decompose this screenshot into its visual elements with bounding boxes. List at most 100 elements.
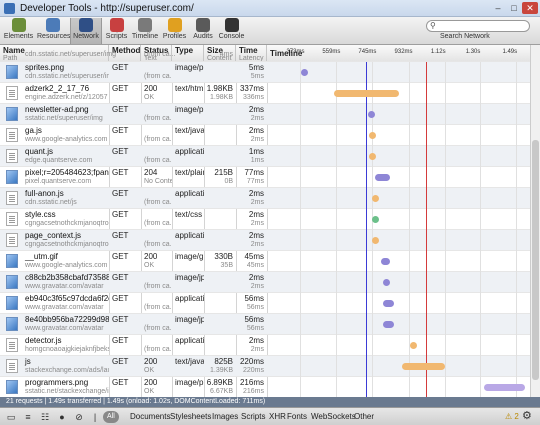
tab-scripts[interactable]: Scripts bbox=[103, 18, 130, 44]
timeline-bar[interactable] bbox=[383, 300, 394, 307]
cell-name: style.csscgngacsetnothckmjanoqtrokmk bbox=[0, 209, 109, 230]
filter-xhr[interactable]: XHR bbox=[269, 411, 286, 423]
record-icon[interactable]: ● bbox=[56, 411, 68, 423]
dock-icon[interactable]: ▭ bbox=[5, 411, 17, 423]
method-value: GET bbox=[112, 147, 129, 156]
resource-path: edge.quantserve.com bbox=[25, 157, 93, 164]
cell-size: 825B 1.39KB bbox=[204, 356, 236, 377]
cell-status: (from ca... bbox=[141, 125, 172, 146]
status-code: 200 bbox=[144, 84, 158, 93]
vertical-scrollbar[interactable] bbox=[530, 45, 540, 397]
cell-name: eb940c3f65c97dcda6f2e502e89www.gravatar.… bbox=[0, 293, 109, 314]
window-title: Developer Tools - http://superuser.com/ bbox=[20, 3, 194, 14]
filter-images[interactable]: Images bbox=[212, 411, 238, 423]
mime-type: applicati... bbox=[175, 231, 204, 240]
maximize-button[interactable]: □ bbox=[506, 2, 522, 14]
console-toggle-icon[interactable]: ≡ bbox=[22, 411, 34, 423]
tab-label: Timeline bbox=[131, 33, 159, 40]
large-rows-icon[interactable]: ☷ bbox=[39, 411, 51, 423]
timeline-bar[interactable] bbox=[372, 237, 380, 244]
timeline-bar[interactable] bbox=[371, 216, 379, 223]
image-file-icon bbox=[6, 65, 18, 79]
resource-name[interactable]: js bbox=[25, 357, 31, 366]
timeline-bar[interactable] bbox=[381, 258, 390, 265]
tab-resources[interactable]: Resources bbox=[37, 18, 70, 44]
filter-websockets[interactable]: WebSockets bbox=[311, 411, 356, 423]
timeline-bar[interactable] bbox=[300, 69, 308, 76]
timeline-bar[interactable] bbox=[371, 195, 379, 202]
audits-icon bbox=[196, 18, 210, 32]
resource-name[interactable]: style.css bbox=[25, 210, 56, 219]
tab-network[interactable]: Network bbox=[70, 18, 102, 44]
script-file-icon bbox=[6, 233, 18, 247]
resource-name[interactable]: full-anon.js bbox=[25, 189, 64, 198]
timeline-bar[interactable] bbox=[333, 90, 399, 97]
cell-method: GET bbox=[109, 125, 141, 146]
filter-documents[interactable]: Documents bbox=[130, 411, 170, 423]
minimize-button[interactable]: – bbox=[490, 2, 506, 14]
resource-name[interactable]: __utm.gif bbox=[25, 252, 58, 261]
filter-other[interactable]: Other bbox=[354, 411, 374, 423]
timeline-bar[interactable] bbox=[383, 321, 394, 328]
image-file-icon bbox=[6, 107, 18, 121]
network-grid: Name Path Method Status Text Type Size Cont… bbox=[0, 45, 530, 397]
timeline-bar[interactable] bbox=[369, 132, 377, 139]
resource-name[interactable]: eb940c3f65c97dcda6f2e502e89 bbox=[25, 294, 109, 303]
resource-name[interactable]: c88cb2b358cbafd735886f1a4... bbox=[25, 273, 109, 282]
cell-method: GET bbox=[109, 272, 141, 293]
resource-name[interactable]: page_context.js bbox=[25, 231, 81, 240]
status-code: 200 bbox=[144, 357, 158, 366]
tab-profiles[interactable]: Profiles bbox=[160, 18, 189, 44]
timeline-bar[interactable] bbox=[410, 342, 418, 349]
cell-method: GET bbox=[109, 62, 141, 83]
timeline-bar[interactable] bbox=[367, 111, 375, 118]
cell-name: pixel;r=205484623;fpan=0;fpa=Ppixel.quan… bbox=[0, 167, 109, 188]
resource-name[interactable]: 8e40bb956ba72299d9837476ca6 bbox=[25, 315, 109, 324]
search-input[interactable] bbox=[440, 21, 528, 31]
tab-elements[interactable]: Elements bbox=[2, 18, 35, 44]
search-box[interactable]: ⚲ bbox=[426, 20, 530, 32]
clear-icon[interactable]: ⊘ bbox=[73, 411, 85, 423]
tab-console[interactable]: Console bbox=[217, 18, 246, 44]
warning-count[interactable]: ⚠ 2 bbox=[505, 411, 519, 423]
cell-type: applicati... bbox=[172, 146, 204, 167]
resource-path: stackexchange.com/ads/launched bbox=[25, 367, 109, 374]
mime-type: image/png bbox=[175, 63, 204, 72]
timeline-bar[interactable] bbox=[369, 153, 377, 160]
timeline-gridline bbox=[300, 62, 302, 397]
timeline-bar[interactable] bbox=[383, 279, 391, 286]
resource-name[interactable]: adzerk2_2_17_76 bbox=[25, 84, 89, 93]
filter-fonts[interactable]: Fonts bbox=[287, 411, 307, 423]
tab-timeline[interactable]: Timeline bbox=[131, 18, 159, 44]
scripts-icon bbox=[109, 18, 124, 32]
time-value: 1ms bbox=[248, 147, 264, 156]
resource-name[interactable]: programmers.png bbox=[25, 378, 88, 387]
method-value: GET bbox=[112, 315, 129, 324]
resource-name[interactable]: pixel;r=205484623;fpan=0;fpa=P bbox=[25, 168, 109, 177]
resource-name[interactable]: detector.js bbox=[25, 336, 61, 345]
method-value: GET bbox=[112, 336, 129, 345]
scrollbar-thumb[interactable] bbox=[532, 140, 539, 380]
close-button[interactable]: ✕ bbox=[522, 2, 538, 14]
timeline-bar[interactable] bbox=[375, 174, 391, 181]
filter-stylesheets[interactable]: Stylesheets bbox=[170, 411, 211, 423]
cell-status: (from ca... bbox=[141, 62, 172, 83]
cell-type: applicati... bbox=[172, 230, 204, 251]
timeline-bar[interactable] bbox=[402, 363, 445, 370]
profiles-icon bbox=[167, 18, 182, 32]
gear-icon[interactable]: ⚙ bbox=[522, 410, 532, 423]
cell-time: 2ms 2ms bbox=[236, 335, 267, 356]
status-text: (from ca... bbox=[144, 346, 172, 353]
cell-method: GET bbox=[109, 335, 141, 356]
timeline-bar[interactable] bbox=[483, 384, 526, 391]
resource-name[interactable]: newsletter-ad.png bbox=[25, 105, 89, 114]
status-text: (from ca... bbox=[144, 199, 172, 206]
latency-value: 2ms bbox=[250, 199, 264, 206]
filter-scripts[interactable]: Scripts bbox=[241, 411, 265, 423]
image-file-icon bbox=[6, 254, 18, 268]
resource-name[interactable]: sprites.png bbox=[25, 63, 64, 72]
resource-name[interactable]: quant.js bbox=[25, 147, 53, 156]
resource-name[interactable]: ga.js bbox=[25, 126, 42, 135]
filter-all-button[interactable]: All bbox=[103, 411, 119, 423]
tab-audits[interactable]: Audits bbox=[190, 18, 216, 44]
